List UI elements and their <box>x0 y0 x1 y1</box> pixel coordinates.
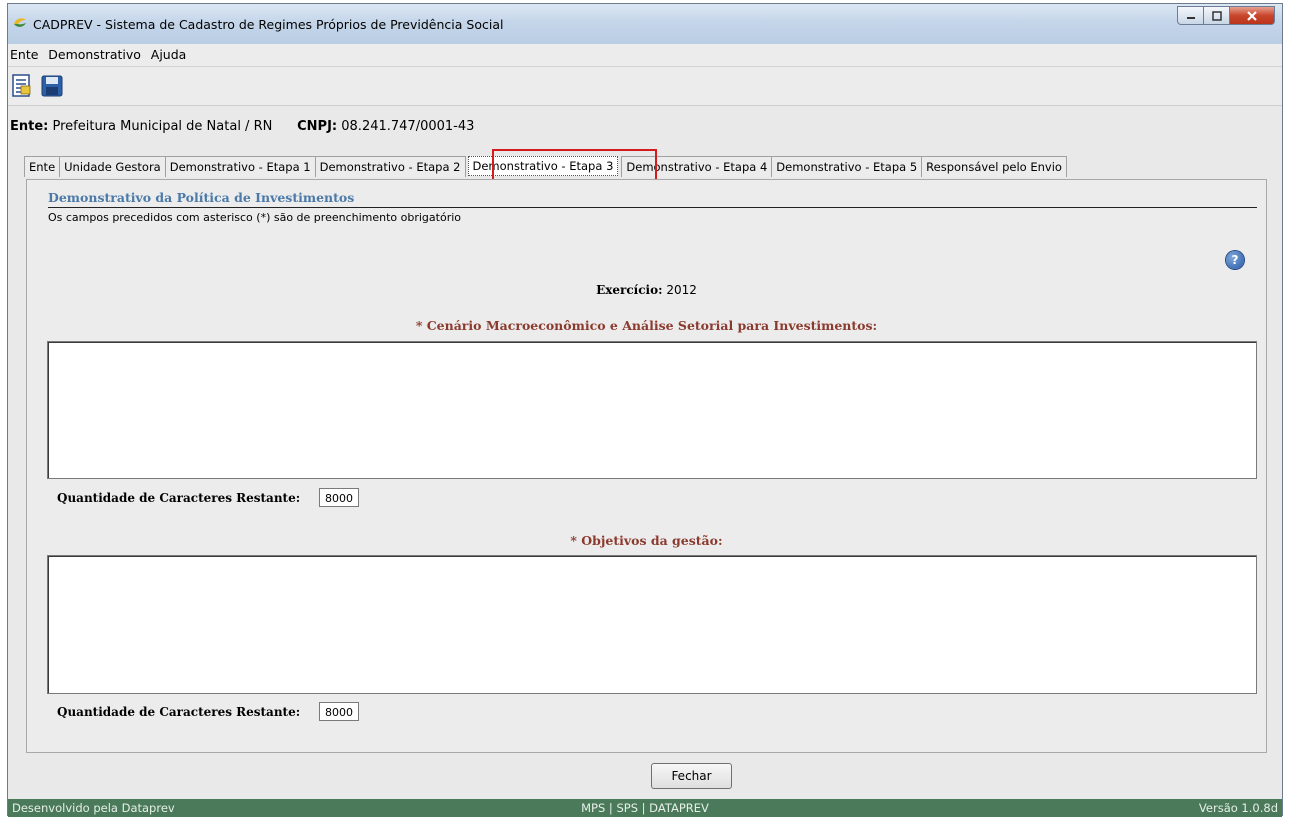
exercicio-label: Exercício: <box>596 283 663 297</box>
exercicio-value: 2012 <box>666 283 697 297</box>
menu-ajuda[interactable]: Ajuda <box>148 44 190 62</box>
cenario-label: * Cenário Macroeconômico e Análise Setor… <box>415 318 878 333</box>
ente-info: Ente: Prefeitura Municipal de Natal / RN… <box>10 119 474 134</box>
required-note: Os campos precedidos com asterisco (*) s… <box>48 211 462 224</box>
tab-unidade-gestora[interactable]: Unidade Gestora <box>59 156 166 177</box>
tab-ente[interactable]: Ente <box>24 156 61 177</box>
cenario-textarea[interactable] <box>47 341 1257 479</box>
close-icon <box>1247 10 1257 21</box>
report-icon[interactable] <box>10 74 34 98</box>
app-window: CADPREV - Sistema de Cadastro de Regimes… <box>7 3 1283 817</box>
toolbar <box>8 67 1282 106</box>
section-divider <box>48 207 1257 208</box>
status-version: Versão 1.0.8d <box>1198 801 1278 815</box>
menu-bar: Ente Demonstrativo Ajuda <box>8 44 1282 67</box>
objetivos-textarea[interactable] <box>47 555 1257 694</box>
cenario-counter-label: Quantidade de Caracteres Restante: <box>57 491 301 505</box>
cenario-counter-value: 8000 <box>319 488 359 507</box>
minimize-button[interactable] <box>1177 6 1204 25</box>
objetivos-label: * Objetivos da gestão: <box>570 533 723 548</box>
tab-etapa-1[interactable]: Demonstrativo - Etapa 1 <box>164 156 316 177</box>
window-controls <box>1177 6 1275 25</box>
menu-demonstrativo[interactable]: Demonstrativo <box>45 44 144 62</box>
cnpj-value: 08.241.747/0001-43 <box>341 119 475 134</box>
exercicio-line: Exercício: 2012 <box>27 283 1266 297</box>
maximize-button[interactable] <box>1203 6 1230 25</box>
tab-etapa-2[interactable]: Demonstrativo - Etapa 2 <box>314 156 466 177</box>
app-logo-icon <box>14 18 26 27</box>
tab-etapa-5[interactable]: Demonstrativo - Etapa 5 <box>771 156 923 177</box>
ente-value: Prefeitura Municipal de Natal / RN <box>52 119 273 134</box>
menu-ente[interactable]: Ente <box>8 44 41 62</box>
close-window-button[interactable] <box>1229 6 1275 25</box>
window-title: CADPREV - Sistema de Cadastro de Regimes… <box>33 17 504 32</box>
status-center: MPS | SPS | DATAPREV <box>581 801 709 815</box>
fechar-button[interactable]: Fechar <box>651 763 732 789</box>
active-tab-highlight <box>492 149 657 183</box>
objetivos-counter-value: 8000 <box>319 702 359 721</box>
section-title: Demonstrativo da Política de Investiment… <box>48 190 355 205</box>
objetivos-counter-label: Quantidade de Caracteres Restante: <box>57 705 301 719</box>
title-bar: CADPREV - Sistema de Cadastro de Regimes… <box>8 4 1282 45</box>
maximize-icon <box>1211 10 1222 21</box>
status-bar: Desenvolvido pela Dataprev MPS | SPS | D… <box>8 799 1282 817</box>
tab-responsavel[interactable]: Responsável pelo Envio <box>921 156 1067 177</box>
cnpj-label: CNPJ: <box>297 119 338 134</box>
minimize-icon <box>1186 16 1195 19</box>
save-icon[interactable] <box>40 74 64 98</box>
tab-panel: Demonstrativo da Política de Investiment… <box>26 179 1267 753</box>
help-icon[interactable]: ? <box>1226 251 1244 269</box>
ente-label: Ente: <box>10 119 49 134</box>
